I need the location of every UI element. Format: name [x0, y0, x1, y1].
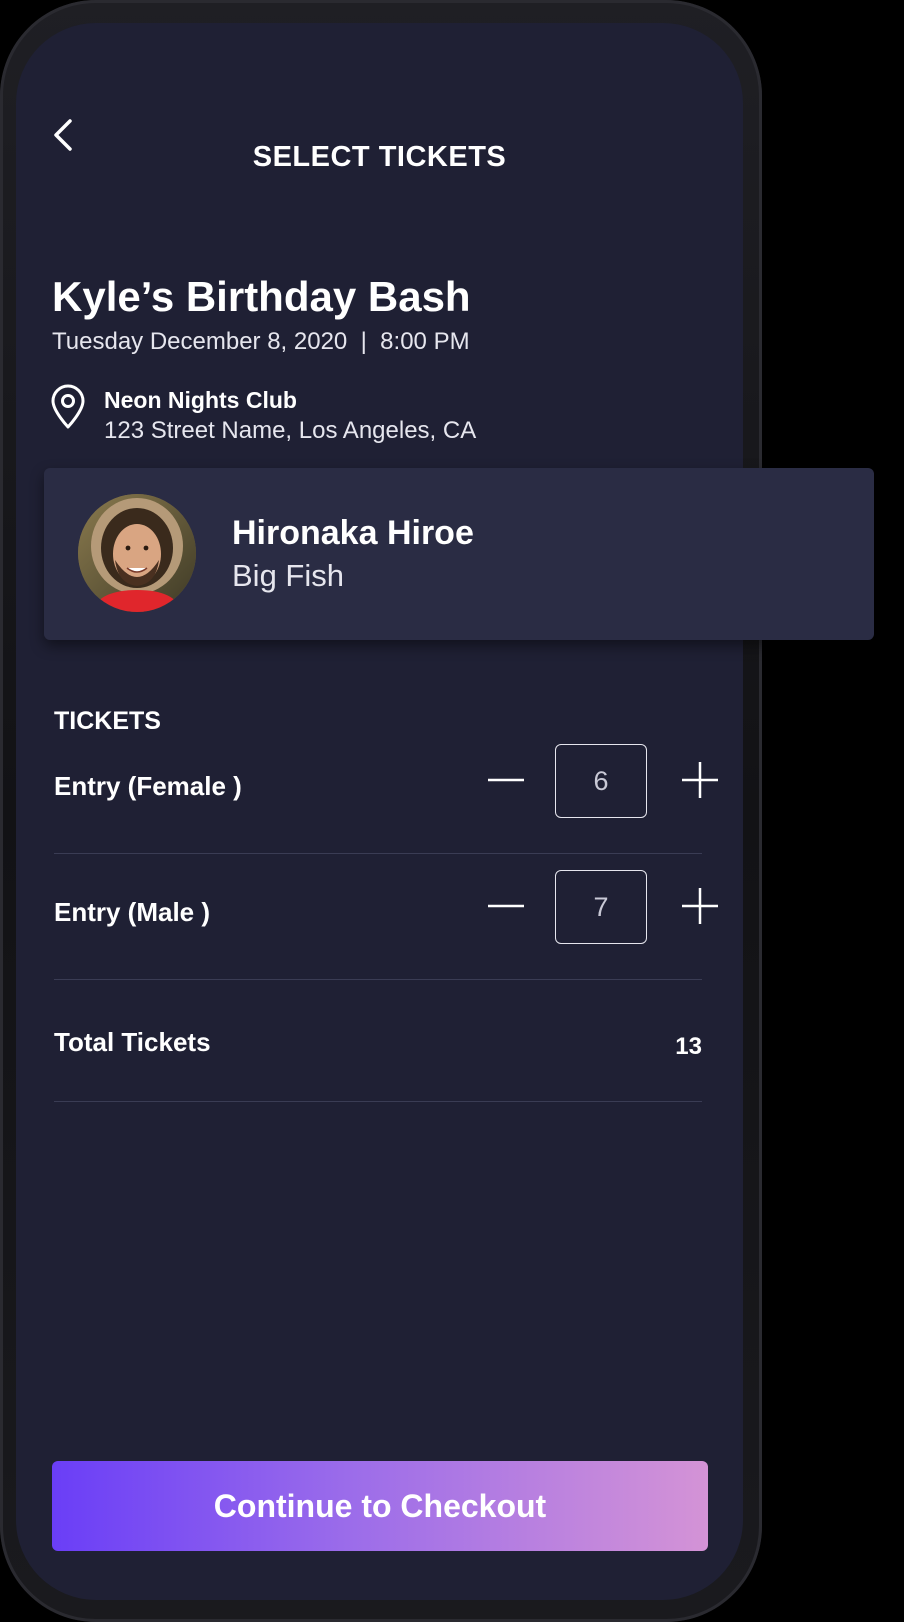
avatar [78, 494, 196, 612]
stage: SELECT TICKETS Kyle’s Birthday Bash Tues… [0, 0, 904, 1622]
ticket-name: Entry (Male ) [54, 897, 211, 927]
minus-icon[interactable] [486, 760, 526, 800]
tickets-section-label: TICKETS [54, 707, 161, 735]
host-name: Hironaka Hiroe [232, 514, 474, 552]
host-card[interactable]: Hironaka Hiroe Big Fish [44, 468, 874, 640]
ticket-row-male: Entry (Male ) 7 [54, 859, 718, 980]
quantity-field[interactable]: 6 [555, 744, 647, 818]
map-pin-icon [51, 384, 85, 429]
total-tickets-value: 13 [675, 1033, 702, 1060]
minus-icon[interactable] [486, 886, 526, 926]
event-date: Tuesday December 8, 2020 | 8:00 PM [52, 328, 470, 355]
venue-address: 123 Street Name, Los Angeles, CA [104, 417, 477, 444]
plus-icon[interactable] [680, 760, 720, 800]
quantity-field[interactable]: 7 [555, 870, 647, 944]
continue-to-checkout-button[interactable]: Continue to Checkout [52, 1461, 708, 1551]
app-screen: SELECT TICKETS Kyle’s Birthday Bash Tues… [16, 23, 743, 1600]
plus-icon[interactable] [680, 886, 720, 926]
phone-frame: SELECT TICKETS Kyle’s Birthday Bash Tues… [0, 0, 762, 1622]
total-row: Total Tickets 13 [54, 981, 702, 1102]
ticket-name: Entry (Female ) [54, 771, 242, 801]
page-title: SELECT TICKETS [252, 141, 507, 173]
venue-name: Neon Nights Club [104, 387, 297, 413]
event-title: Kyle’s Birthday Bash [52, 273, 471, 320]
ticket-row-female: Entry (Female ) 6 [54, 733, 718, 854]
host-subtitle: Big Fish [232, 558, 344, 593]
total-tickets-label: Total Tickets [54, 1027, 211, 1057]
